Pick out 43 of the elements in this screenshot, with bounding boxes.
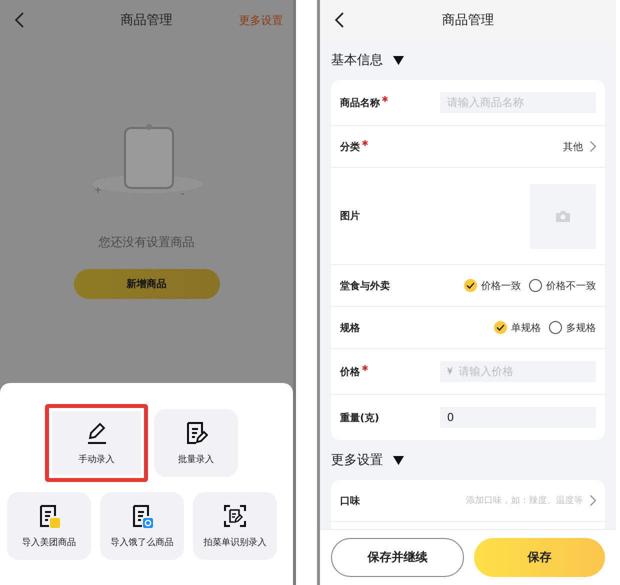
scan-document-icon — [223, 504, 247, 528]
document-pen-icon — [184, 420, 208, 444]
radio-label[interactable]: 价格一致 — [481, 278, 521, 292]
save-button[interactable]: 保存 — [474, 538, 605, 577]
currency-symbol: ¥ — [447, 366, 453, 376]
chevron-right-icon — [590, 141, 596, 152]
input-field[interactable]: 0 — [440, 407, 596, 428]
field-label: 重量(克) — [340, 412, 380, 424]
option-tile[interactable]: 手动录入 — [45, 404, 148, 482]
option-tile[interactable]: 批量录入 — [154, 409, 238, 477]
camera-icon — [556, 210, 570, 222]
section-title: 基本信息 — [331, 52, 383, 69]
back-icon — [334, 11, 344, 29]
radio-label[interactable]: 多规格 — [566, 320, 596, 334]
empty-message: 您还没有设置商品 — [98, 234, 194, 251]
add-product-button[interactable]: 新增商品 — [74, 269, 220, 299]
chevron-right-icon — [590, 495, 596, 506]
field-label: 分类 — [340, 140, 368, 154]
field-label: 规格 — [340, 322, 360, 334]
option-tile[interactable]: 导入饿了么商品 — [100, 492, 184, 560]
radio-button[interactable] — [529, 279, 542, 292]
document-badge-icon — [37, 504, 61, 528]
document-badge-icon — [130, 504, 154, 528]
input-field[interactable]: 请输入商品名称 — [440, 92, 596, 113]
radio-label[interactable]: 单规格 — [511, 320, 541, 334]
save-continue-button[interactable]: 保存并继续 — [331, 538, 464, 577]
field-label: 图片 — [340, 210, 360, 223]
screen-title: 商品管理 — [120, 12, 172, 29]
field-label: 商品名称 — [340, 96, 388, 110]
text-input[interactable]: 请输入商品名称 — [447, 96, 589, 109]
select-value[interactable]: 其他 — [563, 140, 583, 154]
option-tile[interactable]: 拍菜单识别录入 — [193, 492, 277, 560]
field-label: 堂食与外卖 — [340, 280, 390, 292]
screen-title: 商品管理 — [442, 12, 494, 29]
text-input[interactable]: 请输入价格 — [458, 365, 589, 378]
field-label: 口味 — [340, 494, 360, 508]
text-input[interactable]: 0 — [447, 411, 589, 424]
section-title: 更多设置 — [331, 452, 383, 469]
radio-label[interactable]: 价格不一致 — [546, 278, 596, 292]
option-tile[interactable]: 导入美团商品 — [7, 492, 91, 560]
back-icon — [14, 11, 24, 29]
field-label: 价格 — [340, 364, 368, 378]
radio-button[interactable] — [549, 321, 562, 334]
